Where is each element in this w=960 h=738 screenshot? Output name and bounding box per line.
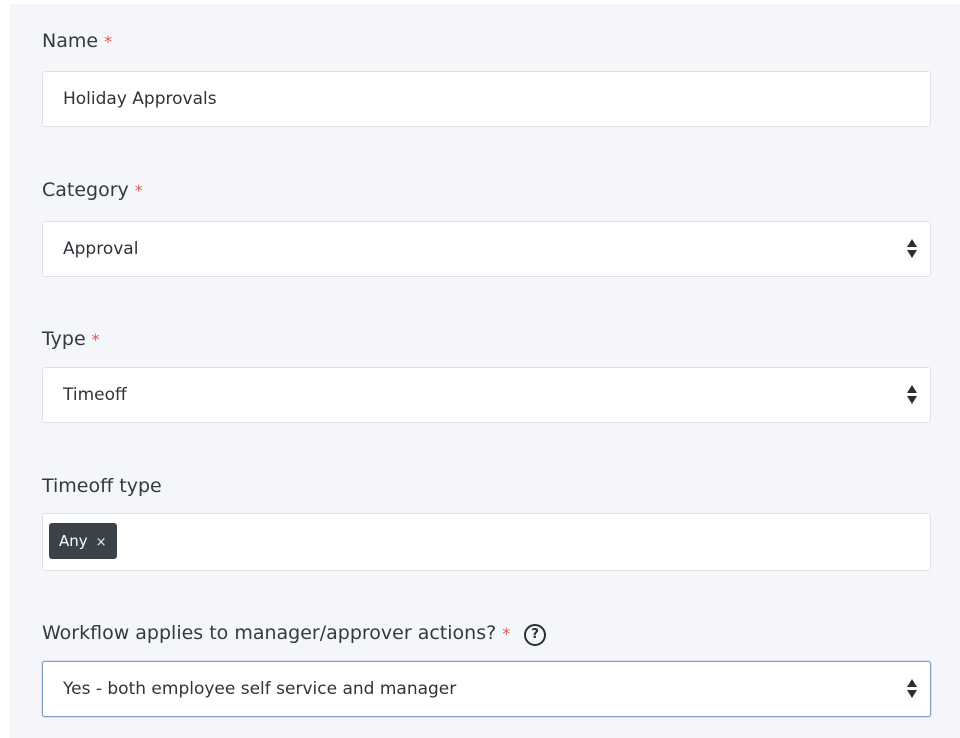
name-input[interactable]: Holiday Approvals <box>42 71 931 127</box>
select-arrows-icon <box>906 385 918 405</box>
required-marker: * <box>134 181 143 200</box>
select-arrows-icon <box>906 239 918 259</box>
required-marker: * <box>104 32 113 51</box>
required-marker: * <box>91 330 100 349</box>
remove-tag-icon[interactable]: × <box>96 535 107 550</box>
type-label: Type * <box>42 328 100 350</box>
category-label: Category * <box>42 179 143 201</box>
category-select-value: Approval <box>63 239 139 259</box>
name-label: Name * <box>42 30 113 52</box>
type-select-value: Timeoff <box>63 385 127 405</box>
required-marker: * <box>502 624 511 643</box>
applies-to-select[interactable]: Yes - both employee self service and man… <box>42 661 931 717</box>
type-select[interactable]: Timeoff <box>42 367 931 423</box>
timeoff-type-multiselect[interactable]: Any × <box>42 513 931 571</box>
category-select[interactable]: Approval <box>42 221 931 277</box>
tag-label: Any <box>59 532 88 550</box>
applies-to-label: Workflow applies to manager/approver act… <box>42 621 547 646</box>
help-icon[interactable]: ? <box>524 624 547 646</box>
name-input-value: Holiday Approvals <box>63 89 217 109</box>
select-arrows-icon <box>906 679 918 699</box>
applies-to-select-value: Yes - both employee self service and man… <box>63 679 457 699</box>
tag-any: Any × <box>49 523 117 559</box>
timeoff-type-label: Timeoff type <box>42 475 162 497</box>
